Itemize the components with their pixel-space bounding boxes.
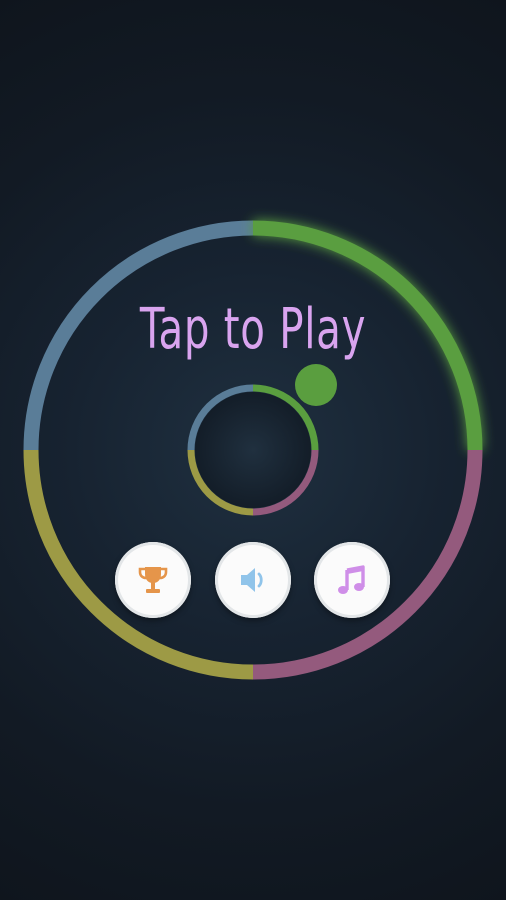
sound-toggle-button[interactable] [215, 542, 291, 618]
game-screen[interactable]: Tap to Play [0, 0, 506, 900]
leaderboard-button[interactable] [115, 542, 191, 618]
inner-core [195, 392, 311, 508]
music-toggle-button[interactable] [314, 542, 390, 618]
game-arena [23, 220, 483, 680]
ball [295, 364, 337, 406]
speaker-icon [241, 568, 263, 592]
music-note-icon [338, 565, 365, 594]
tap-to-play-title[interactable]: Tap to Play [71, 290, 435, 370]
trophy-icon [138, 567, 168, 593]
